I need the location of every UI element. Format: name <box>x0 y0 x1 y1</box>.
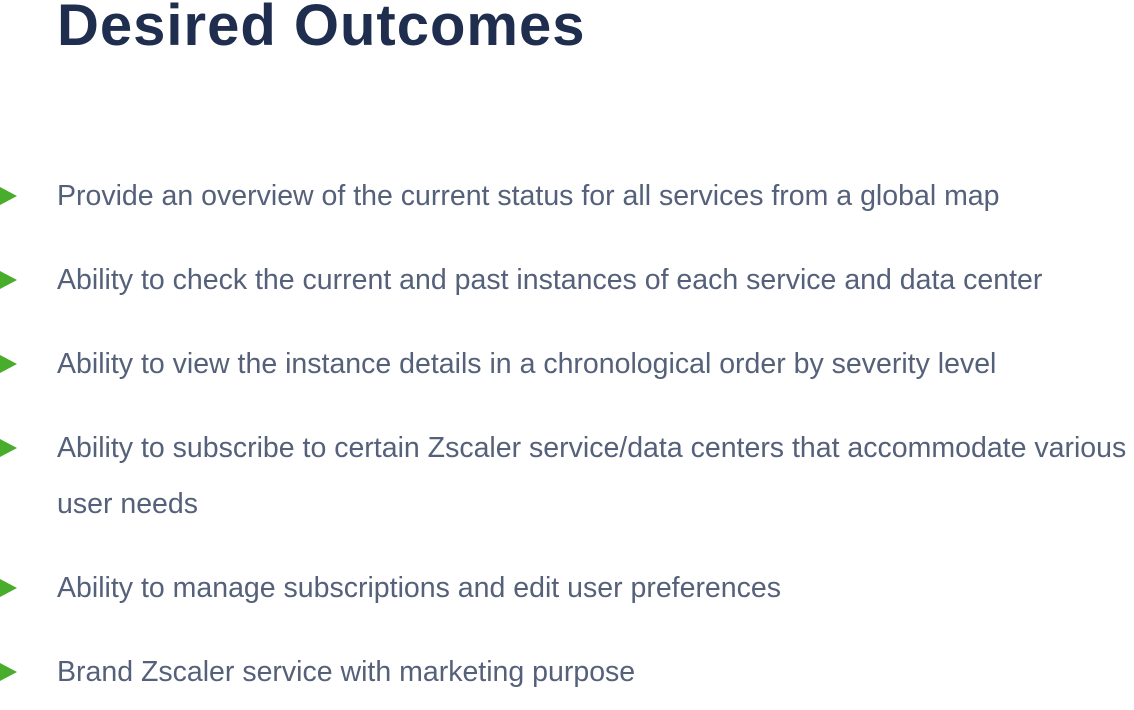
play-triangle-icon <box>0 439 17 457</box>
list-item: Ability to check the current and past in… <box>0 252 1134 308</box>
slide: Desired Outcomes Provide an overview of … <box>0 0 1134 710</box>
list-item: Ability to view the instance details in … <box>0 336 1134 392</box>
play-triangle-icon <box>0 355 17 373</box>
list-item-text: Brand Zscaler service with marketing pur… <box>57 656 636 688</box>
list-item: Provide an overview of the current statu… <box>0 168 1134 224</box>
list-item: Brand Zscaler service with marketing pur… <box>0 644 1134 700</box>
outcomes-list: Provide an overview of the current statu… <box>0 168 1134 710</box>
list-item-text: Ability to subscribe to certain Zscaler … <box>57 432 1127 520</box>
play-triangle-icon <box>0 579 17 597</box>
list-item: Ability to subscribe to certain Zscaler … <box>0 420 1134 532</box>
play-triangle-icon <box>0 271 17 289</box>
list-item-text: Ability to view the instance details in … <box>57 348 997 380</box>
list-item-text: Provide an overview of the current statu… <box>57 180 1000 212</box>
play-triangle-icon <box>0 663 17 681</box>
list-item-text: Ability to check the current and past in… <box>57 264 1043 296</box>
list-item-text: Ability to manage subscriptions and edit… <box>57 572 781 604</box>
play-triangle-icon <box>0 187 17 205</box>
page-title: Desired Outcomes <box>57 0 586 58</box>
list-item: Ability to manage subscriptions and edit… <box>0 560 1134 616</box>
